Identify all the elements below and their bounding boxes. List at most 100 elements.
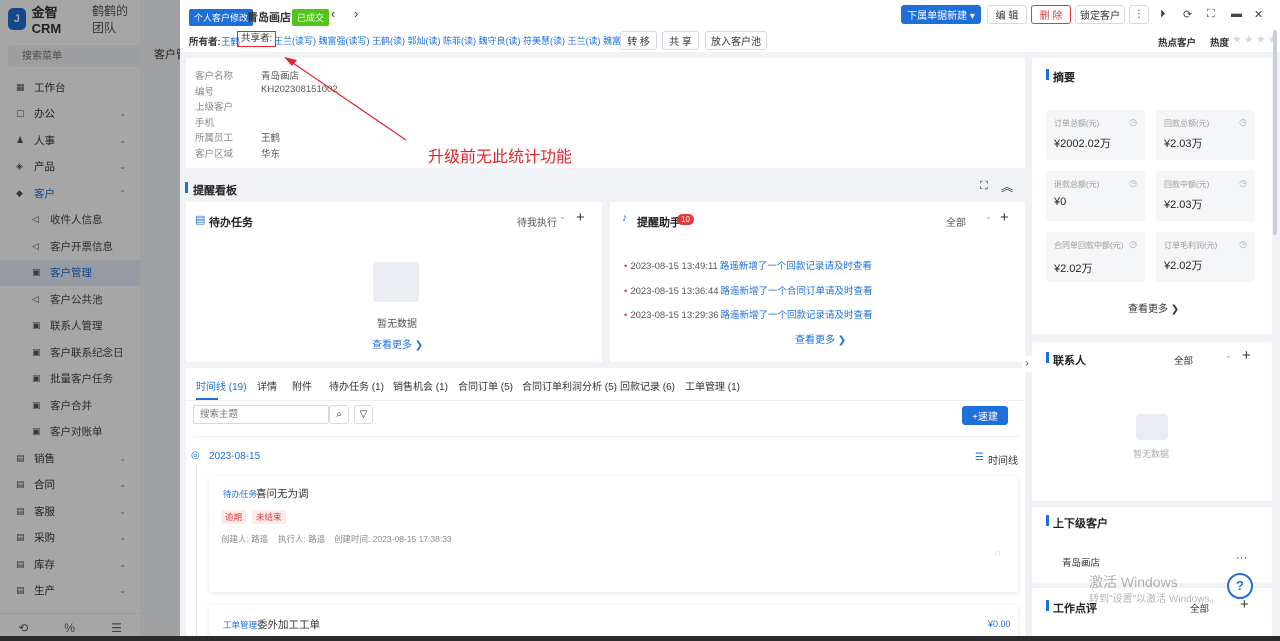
- unfinished-badge: 未结束: [252, 510, 286, 524]
- close-icon[interactable]: ✕: [1254, 8, 1263, 21]
- chevron-down-icon[interactable]: ⌄: [1225, 351, 1232, 360]
- activation-watermark-sub: 转到"设置"以激活 Windows。: [1089, 594, 1220, 605]
- expand-icon[interactable]: ⛶: [980, 180, 988, 193]
- more-icon[interactable]: ···: [1236, 552, 1247, 564]
- section-bar: [1046, 352, 1049, 363]
- hot-customer-label: 热点客户: [1158, 38, 1197, 49]
- chevron-down-icon[interactable]: ⌄: [559, 212, 566, 221]
- tab[interactable]: 时间线 (19): [196, 378, 247, 393]
- tab[interactable]: 合同订单 (5): [458, 378, 513, 393]
- add-contact-icon[interactable]: +: [1242, 347, 1251, 364]
- summary-stat: 回款中额(元) ¥2.03万 ◷: [1156, 171, 1255, 221]
- tab[interactable]: 合同订单利润分析 (5): [522, 378, 617, 393]
- summary-stat: 退款总额(元) ¥0 ◷: [1046, 171, 1145, 221]
- filter-icon[interactable]: ▽: [354, 405, 373, 424]
- summary-card: 摘要 订单总额(元) ¥2002.02万 ◷ 回款总额(元) ¥2.03万 ◷ 退款总额(元…: [1032, 58, 1272, 334]
- todo-filter[interactable]: 待我执行: [517, 214, 557, 229]
- helper-filter[interactable]: 全部: [946, 214, 966, 229]
- collapse-up-icon[interactable]: ︽: [1001, 178, 1013, 195]
- summary-stat: 订单总额(元) ¥2002.02万 ◷: [1046, 110, 1145, 160]
- minimize-icon[interactable]: ▬: [1231, 8, 1242, 20]
- reminder-item[interactable]: • 2023-08-15 13:36:44 路遥新增了一个合同订单请及时查看: [624, 283, 873, 297]
- todo-more-link[interactable]: 查看更多 ❯: [372, 336, 423, 351]
- todo-empty-text: 暂无数据: [377, 319, 417, 330]
- item-title[interactable]: 委外加工工单: [257, 617, 320, 632]
- timeline-item[interactable]: 工单管理 委外加工工单 ¥0.00: [209, 605, 1018, 636]
- activation-watermark: 激活 Windows: [1089, 574, 1178, 590]
- edit-button[interactable]: 编 辑: [987, 5, 1027, 24]
- timeline-view-toggle[interactable]: 时间线: [988, 452, 1018, 467]
- unread-dot: •: [624, 285, 628, 297]
- section-bar: [1046, 69, 1049, 80]
- contacts-empty-text: 暂无数据: [1133, 449, 1170, 459]
- play-icon[interactable]: ⏵: [1160, 8, 1166, 21]
- stat-value: ¥2.02万: [1054, 263, 1093, 275]
- scrollbar[interactable]: [1273, 30, 1277, 235]
- tab[interactable]: 工单管理 (1): [685, 378, 740, 393]
- tab[interactable]: 详情: [257, 378, 277, 393]
- reminder-link[interactable]: 路遥新增了一个合同订单请及时查看: [721, 286, 873, 297]
- taskbar: [0, 636, 1280, 641]
- search-icon[interactable]: ⌕: [329, 405, 349, 424]
- stat-value: ¥2.03万: [1164, 138, 1203, 150]
- timeline-node-icon: ◎: [191, 450, 200, 461]
- chevron-down-icon[interactable]: ⌄: [985, 212, 992, 221]
- delete-button[interactable]: 删 除: [1031, 5, 1071, 24]
- todo-title: 待办任务: [209, 217, 253, 229]
- summary-more-link[interactable]: 查看更多 ❯: [1128, 300, 1179, 315]
- contacts-title: 联系人: [1053, 355, 1086, 367]
- customer-detail-drawer: 个人客户修改 青岛画店 已成交 ‹ › 下属单据新建 ▾ 编 辑 删 除 锁定客…: [180, 0, 1280, 636]
- stat-label: 退款总额(元): [1054, 180, 1100, 189]
- clock-icon: ◷: [1129, 239, 1137, 249]
- empty-box-icon: [373, 262, 419, 302]
- move-to-pool-button[interactable]: 放入客户池: [705, 31, 767, 50]
- fullscreen-icon[interactable]: ⛶: [1207, 8, 1215, 21]
- section-bar: [185, 182, 188, 193]
- tab[interactable]: 附件: [292, 378, 312, 393]
- summary-stat: 回款总额(元) ¥2.03万 ◷: [1156, 110, 1255, 160]
- item-creator: 创建人: 路遥: [221, 534, 269, 544]
- lock-customer-button[interactable]: 锁定客户: [1075, 5, 1125, 24]
- new-sub-document-button[interactable]: 下属单据新建 ▾: [901, 5, 981, 24]
- reminder-time: 2023-08-15 13:29:36: [630, 310, 719, 321]
- more-button[interactable]: ⋮: [1129, 5, 1149, 24]
- list-view-icon[interactable]: ☰: [975, 452, 984, 463]
- help-icon[interactable]: ?: [1227, 573, 1253, 599]
- reminder-link[interactable]: 路遥新增了一个回款记录请及时查看: [721, 310, 873, 321]
- item-title[interactable]: 喜问无为调: [256, 486, 309, 501]
- transfer-button[interactable]: 转 移: [620, 31, 657, 50]
- unread-dot: •: [624, 261, 628, 272]
- timeline-line: [196, 464, 197, 636]
- stat-label: 订单总额(元): [1054, 119, 1100, 128]
- reminder-link[interactable]: 路遥新增了一个回款记录请及时查看: [720, 261, 872, 272]
- todo-card: ▤ 待办任务 待我执行 ⌄ + 暂无数据 查看更多 ❯: [186, 202, 602, 362]
- stat-label: 回款中额(元): [1164, 180, 1210, 189]
- refresh-icon[interactable]: ⟳: [1183, 8, 1192, 21]
- share-button[interactable]: 共 享: [662, 31, 699, 50]
- reminder-item[interactable]: • 2023-08-15 13:29:36 路遥新增了一个回款记录请及时查看: [624, 307, 873, 321]
- clock-icon: ◷: [1239, 117, 1247, 127]
- relation-item[interactable]: 青岛画店: [1062, 555, 1100, 569]
- item-type: 待办任务: [223, 489, 258, 499]
- section-bar: [1046, 600, 1049, 611]
- helper-more-link[interactable]: 查看更多 ❯: [795, 331, 846, 346]
- tab[interactable]: 待办任务 (1): [329, 378, 384, 393]
- comment-icon[interactable]: ◌: [995, 548, 1000, 558]
- relations-title: 上下级客户: [1053, 518, 1108, 530]
- contacts-filter[interactable]: 全部: [1174, 353, 1193, 367]
- add-todo-icon[interactable]: +: [576, 209, 585, 226]
- todo-icon: ▤: [195, 214, 206, 226]
- reminder-item[interactable]: • 2023-08-15 13:49:11 路遥新增了一个回款记录请及时查看: [624, 258, 872, 272]
- tab[interactable]: 销售机会 (1): [393, 378, 448, 393]
- tab[interactable]: 回款记录 (6): [620, 378, 675, 393]
- heat-label: 热度: [1210, 38, 1230, 49]
- add-reminder-icon[interactable]: +: [1000, 209, 1009, 226]
- timeline-search-input[interactable]: [193, 405, 329, 424]
- timeline-item[interactable]: 待办任务 喜问无为调 逾期 未结束 创建人: 路遥 执行人: 路遥 创建时间: …: [209, 476, 1018, 592]
- collapse-right-icon[interactable]: ›: [1022, 356, 1032, 372]
- item-type: 工单管理: [223, 620, 258, 630]
- helper-title: 提醒助手: [637, 217, 681, 229]
- quick-new-button[interactable]: +速建: [962, 406, 1008, 425]
- stat-label: 订单毛利润(元): [1164, 241, 1218, 250]
- clock-icon: ◷: [1239, 178, 1247, 188]
